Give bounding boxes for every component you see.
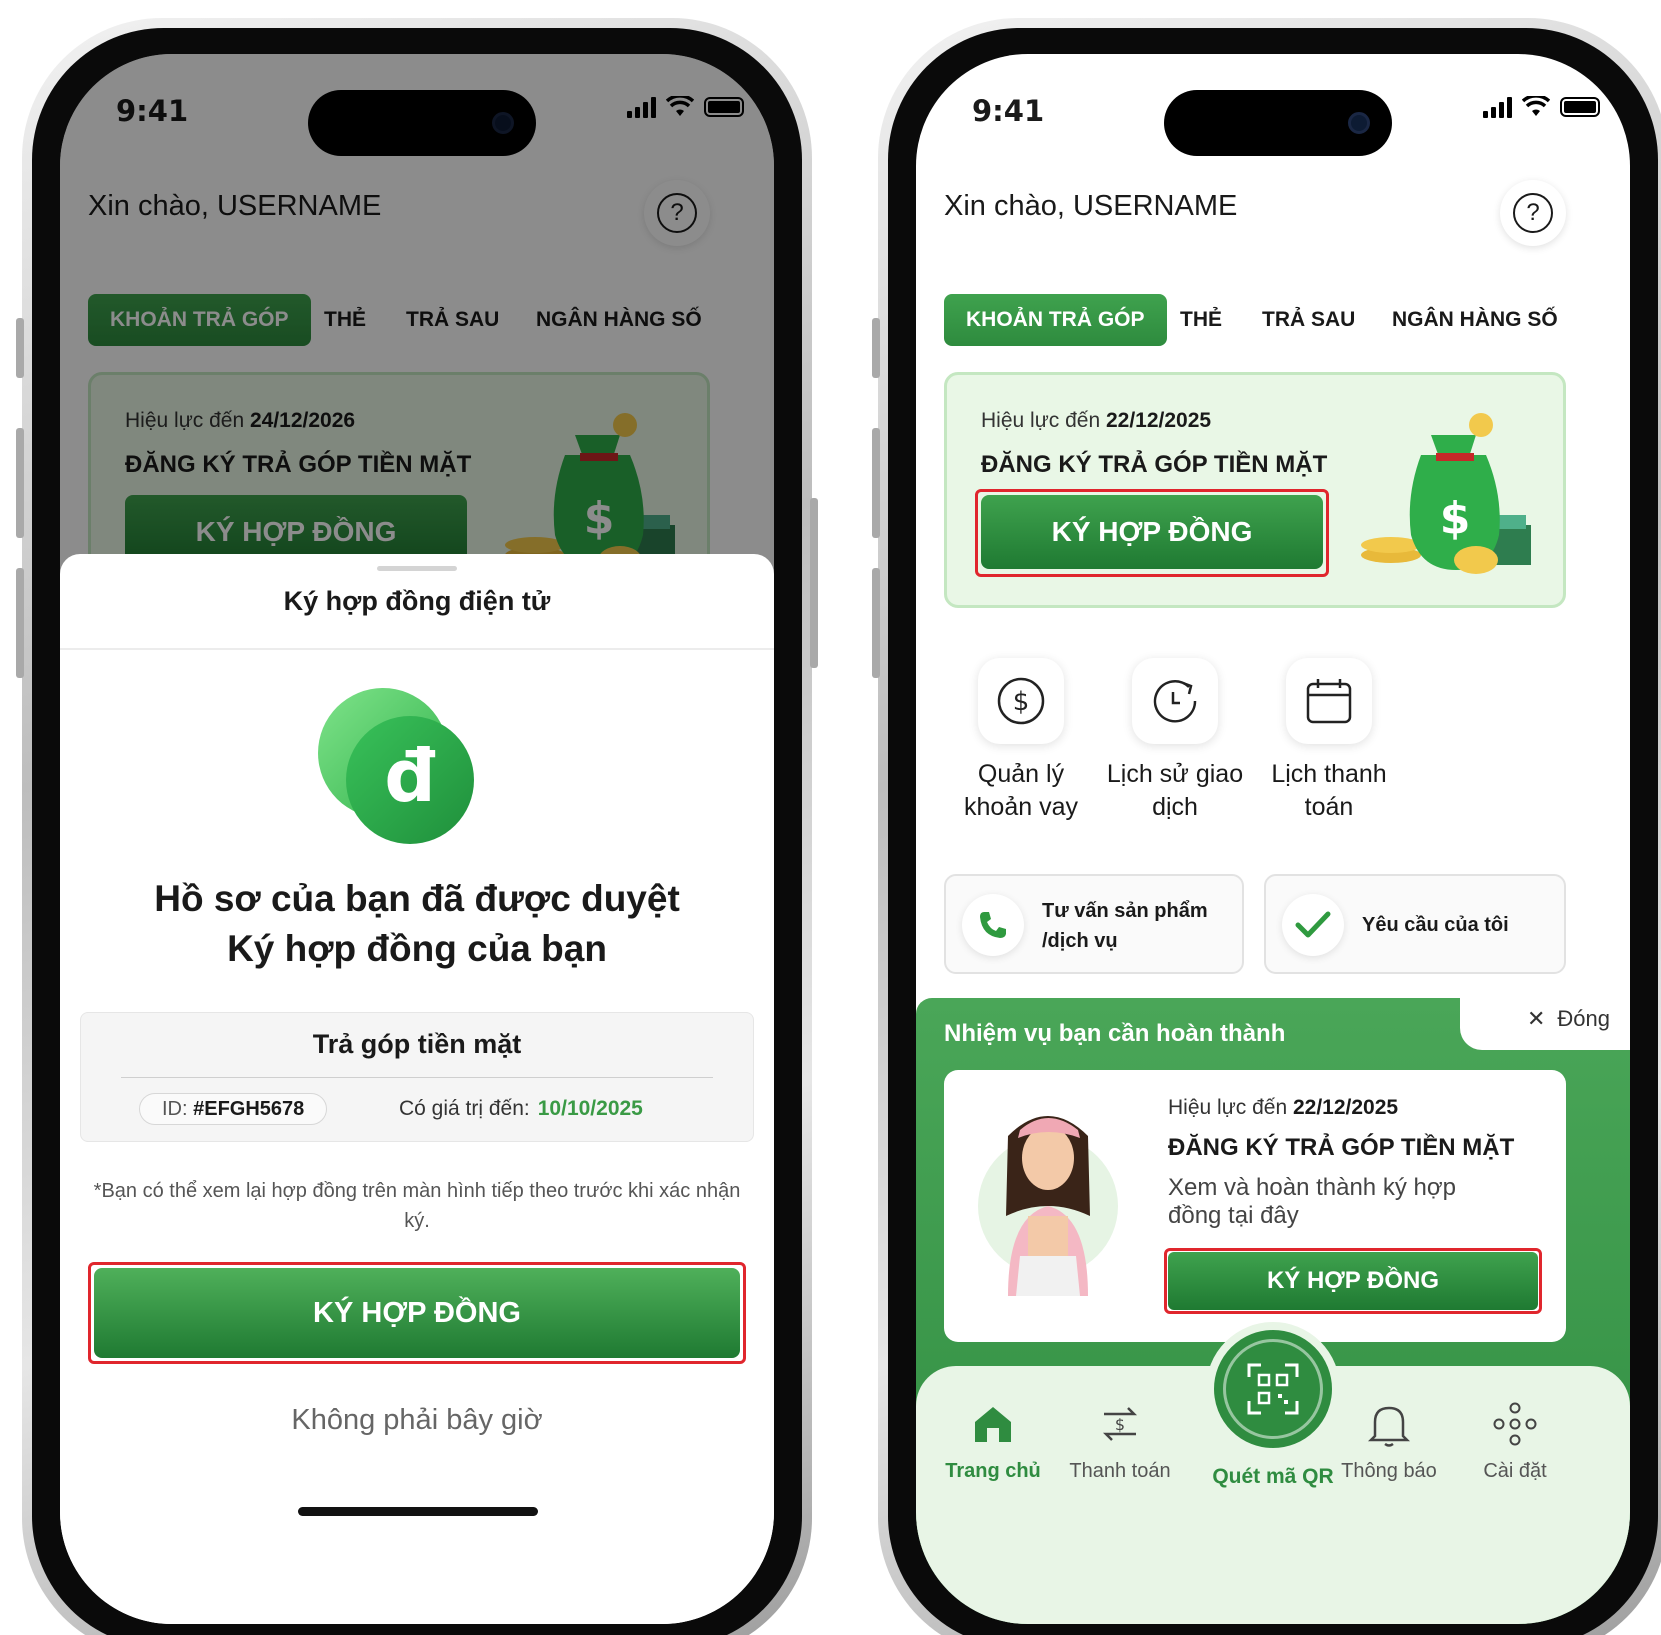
home-indicator[interactable] xyxy=(298,1507,538,1516)
product-tabs: KHOẢN TRẢ GÓP THẺ TRẢ SAU NGÂN HÀNG SỐ xyxy=(944,294,1610,346)
consult-label: Tư vấn sản phẩm /dịch vụ xyxy=(1042,900,1208,952)
quick-action-label: Quản lý khoản vay xyxy=(964,760,1078,821)
money-bag-icon: $ xyxy=(1361,413,1531,574)
help-button[interactable]: ? xyxy=(1500,180,1566,246)
promo-title: ĐĂNG KÝ TRẢ GÓP TIỀN MẶT xyxy=(981,451,1328,478)
tab-digital-bank[interactable]: NGÂN HÀNG SỐ xyxy=(1392,294,1558,346)
mission-sign-button[interactable]: KÝ HỢP ĐỒNG xyxy=(1168,1252,1538,1310)
person-illustration-icon xyxy=(978,1116,1118,1296)
tab-card[interactable]: THẺ xyxy=(1180,294,1222,346)
promo-sign-button[interactable]: KÝ HỢP ĐỒNG xyxy=(981,495,1323,569)
status-bar: 9:41 xyxy=(916,54,1630,164)
signal-icon xyxy=(1483,96,1512,118)
volume-up-button xyxy=(16,428,24,538)
approval-headline: Hồ sơ của bạn đã được duyệt Ký hợp đồng … xyxy=(154,878,680,969)
svg-text:$: $ xyxy=(1115,1415,1125,1434)
consult-card[interactable]: Tư vấn sản phẩm /dịch vụ xyxy=(944,874,1244,974)
nav-settings[interactable]: Cài đặt xyxy=(1450,1398,1580,1483)
contract-expiry: Có giá trị đến: 10/10/2025 xyxy=(399,1097,643,1120)
right-screen: 9:41 Xin chào, USERNAME ? KHOẢN TRẢ GÓP … xyxy=(916,54,1630,1624)
nav-payment-label: Thanh toán xyxy=(1069,1460,1171,1482)
volume-up-button xyxy=(872,428,880,538)
close-label: Đóng xyxy=(1557,1006,1610,1031)
nav-settings-label: Cài đặt xyxy=(1483,1460,1547,1482)
promo-card: Hiệu lực đến 22/12/2025 ĐĂNG KÝ TRẢ GÓP … xyxy=(944,372,1566,608)
history-clock-icon xyxy=(1132,658,1218,744)
quick-action-label: Lịch thanh toán xyxy=(1271,760,1387,821)
svg-text:$: $ xyxy=(1013,687,1030,717)
review-note: *Bạn có thể xem lại hợp đồng trên màn hì… xyxy=(93,1180,741,1232)
battery-icon xyxy=(1560,97,1600,117)
sheet-divider xyxy=(60,648,774,650)
action-button xyxy=(16,318,24,378)
phone-icon xyxy=(962,894,1024,956)
right-phone-frame: 9:41 Xin chào, USERNAME ? KHOẢN TRẢ GÓP … xyxy=(872,18,1661,1635)
wifi-icon xyxy=(1522,96,1550,116)
dong-coin-icon: đ xyxy=(318,688,478,848)
home-icon xyxy=(928,1398,1058,1450)
mission-title: Nhiệm vụ bạn cần hoàn thành xyxy=(944,1020,1286,1047)
nav-qr-label[interactable]: Quét mã QR xyxy=(1186,1464,1360,1490)
nav-home[interactable]: Trang chủ xyxy=(928,1398,1058,1483)
checkmark-icon xyxy=(1282,894,1344,956)
volume-down-button xyxy=(16,568,24,678)
nav-home-label: Trang chủ xyxy=(945,1460,1041,1482)
status-icons xyxy=(1483,96,1600,118)
quick-action-label: Lịch sử giao dịch xyxy=(1106,760,1244,821)
close-button[interactable]: ✕ Đóng xyxy=(1527,1006,1610,1032)
my-requests-label: Yêu cầu của tôi xyxy=(1362,914,1509,936)
action-button xyxy=(872,318,880,378)
power-button xyxy=(810,498,818,668)
svg-text:$: $ xyxy=(1440,493,1471,544)
sheet-title: Ký hợp đồng điện tử xyxy=(283,586,551,616)
status-time: 9:41 xyxy=(972,94,1045,128)
tab-installment[interactable]: KHOẢN TRẢ GÓP xyxy=(944,294,1167,346)
tab-paylater[interactable]: TRẢ SAU xyxy=(1262,294,1355,346)
contract-id: ID: #EFGH5678 xyxy=(139,1093,328,1125)
question-icon: ? xyxy=(1513,193,1553,233)
nav-payment[interactable]: $ Thanh toán xyxy=(1055,1398,1185,1483)
quick-action-schedule[interactable]: Lịch thanh toán xyxy=(1252,658,1406,824)
product-name: Trả góp tiền mặt xyxy=(312,1029,522,1059)
sign-contract-button[interactable]: KÝ HỢP ĐỒNG xyxy=(94,1268,740,1358)
bottom-sheet: Ký hợp đồng điện tử đ Hồ sơ của bạn đã đ… xyxy=(60,554,774,1624)
transfer-icon: $ xyxy=(1055,1398,1185,1450)
dynamic-island xyxy=(1164,90,1392,156)
volume-down-button xyxy=(872,568,880,678)
left-screen: 9:41 Xin chào, USERNAME ? KHOẢN TRẢ GÓP … xyxy=(60,54,774,1624)
mission-card: Hiệu lực đến 22/12/2025 ĐĂNG KÝ TRẢ GÓP … xyxy=(944,1070,1566,1342)
contract-info-box: Trả góp tiền mặt ID: #EFGH5678 Có giá tr… xyxy=(80,1012,754,1142)
modal-backdrop[interactable] xyxy=(60,54,774,574)
quick-action-history[interactable]: Lịch sử giao dịch xyxy=(1098,658,1252,824)
close-icon: ✕ xyxy=(1526,1006,1546,1031)
mission-valid: Hiệu lực đến 22/12/2025 xyxy=(1168,1096,1399,1119)
camera-lens xyxy=(1348,112,1370,134)
left-phone-frame: 9:41 Xin chào, USERNAME ? KHOẢN TRẢ GÓP … xyxy=(16,18,818,1635)
bell-icon xyxy=(1324,1398,1454,1450)
promo-valid: Hiệu lực đến 22/12/2025 xyxy=(981,409,1212,432)
qr-scan-icon xyxy=(1223,1339,1323,1439)
info-divider xyxy=(121,1077,713,1078)
not-now-button[interactable]: Không phải bây giờ xyxy=(60,1404,774,1437)
dollar-circle-icon: $ xyxy=(978,658,1064,744)
qr-scan-button[interactable] xyxy=(1206,1322,1340,1456)
settings-dots-icon xyxy=(1450,1398,1580,1450)
quick-action-loans[interactable]: $ Quản lý khoản vay xyxy=(944,658,1098,824)
mission-card-title: ĐĂNG KÝ TRẢ GÓP TIỀN MẶT xyxy=(1168,1134,1515,1161)
calendar-icon xyxy=(1286,658,1372,744)
greeting: Xin chào, USERNAME xyxy=(944,190,1238,222)
sheet-grabber[interactable] xyxy=(377,566,457,571)
mission-description: Xem và hoàn thành ký hợp đồng tại đây xyxy=(1168,1174,1456,1229)
my-requests-card[interactable]: Yêu cầu của tôi xyxy=(1264,874,1566,974)
